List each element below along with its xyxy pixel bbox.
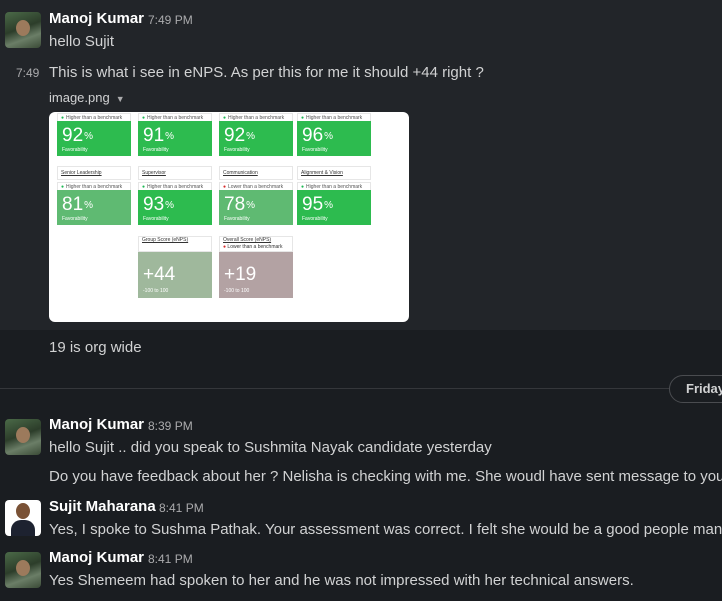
enps-range: -100 to 100 bbox=[224, 288, 250, 294]
message-row[interactable]: Manoj Kumar 7:49 PM hello Sujit bbox=[0, 0, 722, 56]
score-tile: 92% Favorability bbox=[57, 121, 131, 156]
score-value: 92 bbox=[224, 125, 246, 146]
author-name[interactable]: Manoj Kumar bbox=[49, 416, 144, 433]
score-tile: 78% Favorability bbox=[219, 190, 293, 225]
score-value: 78 bbox=[224, 194, 246, 215]
attachment-filename: image.png bbox=[49, 90, 110, 105]
score-tile: 95% Favorability bbox=[297, 190, 371, 225]
message-timestamp[interactable]: 8:41 PM bbox=[148, 552, 193, 566]
score-tile: 93% Favorability bbox=[138, 190, 212, 225]
score-caption: Favorability bbox=[62, 147, 88, 153]
alert-icon: ● bbox=[223, 244, 227, 250]
avatar[interactable] bbox=[5, 419, 41, 455]
score-value: 93 bbox=[143, 194, 165, 215]
category-label: Alignment & Vision bbox=[297, 166, 371, 180]
enps-tile: +44 -100 to 100 bbox=[138, 252, 212, 298]
enps-tile: +19 -100 to 100 bbox=[219, 252, 293, 298]
category-label: Communication bbox=[219, 166, 293, 180]
score-value: 95 bbox=[302, 194, 324, 215]
enps-range: -100 to 100 bbox=[143, 288, 169, 294]
score-value: 91 bbox=[143, 125, 165, 146]
message-text: Yes Shemeem had spoken to her and he was… bbox=[49, 572, 634, 589]
day-divider-button[interactable]: Friday bbox=[669, 375, 722, 403]
score-value: 92 bbox=[62, 125, 84, 146]
score-caption: Favorability bbox=[143, 216, 169, 222]
benchmark-tag: ● Higher than a benchmark bbox=[57, 182, 131, 190]
score-card: ● Higher than a benchmark 92% Favorability bbox=[219, 113, 293, 156]
score-card: ● Higher than a benchmark 95% Favorability bbox=[297, 182, 371, 225]
score-caption: Favorability bbox=[302, 147, 328, 153]
score-card: ● Higher than a benchmark 93% Favorability bbox=[138, 182, 212, 225]
message-text: Yes, I spoke to Sushma Pathak. Your asse… bbox=[49, 521, 722, 538]
message-timestamp[interactable]: 8:41 PM bbox=[159, 501, 204, 515]
message-timestamp[interactable]: 8:39 PM bbox=[148, 419, 193, 433]
chevron-down-icon[interactable]: ▼ bbox=[116, 94, 125, 104]
image-attachment[interactable]: ● Higher than a benchmark 92% Favorability… bbox=[49, 112, 409, 322]
score-caption: Favorability bbox=[143, 147, 169, 153]
score-tile: 92% Favorability bbox=[219, 121, 293, 156]
benchmark-tag: ● Higher than a benchmark bbox=[138, 113, 212, 121]
message-text: Do you have feedback about her ? Nelisha… bbox=[49, 468, 722, 485]
score-card: ● Higher than a benchmark 91% Favorability bbox=[138, 113, 212, 156]
category-label: Senior Leadership bbox=[57, 166, 131, 180]
enps-value: +19 bbox=[224, 264, 257, 285]
score-tile: 91% Favorability bbox=[138, 121, 212, 156]
enps-card: Group Score (eNPS) +44 -100 to 100 bbox=[138, 236, 212, 298]
author-name[interactable]: Manoj Kumar bbox=[49, 10, 144, 27]
score-value: 96 bbox=[302, 125, 324, 146]
score-caption: Favorability bbox=[224, 147, 250, 153]
benchmark-tag: ● Higher than a benchmark bbox=[138, 182, 212, 190]
score-caption: Favorability bbox=[62, 216, 88, 222]
enps-title: Overall Score (eNPS) ● Lower than a bench… bbox=[219, 236, 293, 252]
benchmark-tag: ● Higher than a benchmark bbox=[297, 182, 371, 190]
avatar[interactable] bbox=[5, 12, 41, 48]
enps-value: +44 bbox=[143, 264, 176, 285]
score-card: ● Higher than a benchmark 81% Favorability bbox=[57, 182, 131, 225]
message-text: hello Sujit bbox=[49, 33, 115, 50]
author-name[interactable]: Manoj Kumar bbox=[49, 549, 144, 566]
author-name[interactable]: Sujit Maharana bbox=[49, 498, 156, 515]
message-timestamp[interactable]: 7:49 PM bbox=[148, 13, 193, 27]
benchmark-tag: ● Higher than a benchmark bbox=[297, 113, 371, 121]
avatar[interactable] bbox=[5, 552, 41, 588]
day-divider-line bbox=[0, 388, 722, 389]
message-text: This is what i see in eNPS. As per this … bbox=[49, 64, 484, 81]
score-caption: Favorability bbox=[224, 216, 250, 222]
avatar[interactable] bbox=[5, 500, 41, 536]
benchmark-tag: ● Higher than a benchmark bbox=[57, 113, 131, 121]
benchmark-tag: ● Lower than a benchmark bbox=[219, 182, 293, 190]
score-tile: 96% Favorability bbox=[297, 121, 371, 156]
score-tile: 81% Favorability bbox=[57, 190, 131, 225]
score-caption: Favorability bbox=[302, 216, 328, 222]
category-label: Supervisor bbox=[138, 166, 212, 180]
enps-title: Group Score (eNPS) bbox=[138, 236, 212, 252]
benchmark-tag: ● Higher than a benchmark bbox=[219, 113, 293, 121]
message-timestamp[interactable]: 7:49 bbox=[16, 66, 39, 80]
score-card: ● Higher than a benchmark 92% Favorability bbox=[57, 113, 131, 156]
enps-card: Overall Score (eNPS) ● Lower than a bench… bbox=[219, 236, 293, 298]
attachment-name[interactable]: image.png ▼ bbox=[49, 90, 125, 105]
score-card: ● Lower than a benchmark 78% Favorability bbox=[219, 182, 293, 225]
message-text: hello Sujit .. did you speak to Sushmita… bbox=[49, 439, 492, 456]
score-card: ● Higher than a benchmark 96% Favorability bbox=[297, 113, 371, 156]
message-text: 19 is org wide bbox=[49, 339, 142, 356]
score-value: 81 bbox=[62, 194, 84, 215]
